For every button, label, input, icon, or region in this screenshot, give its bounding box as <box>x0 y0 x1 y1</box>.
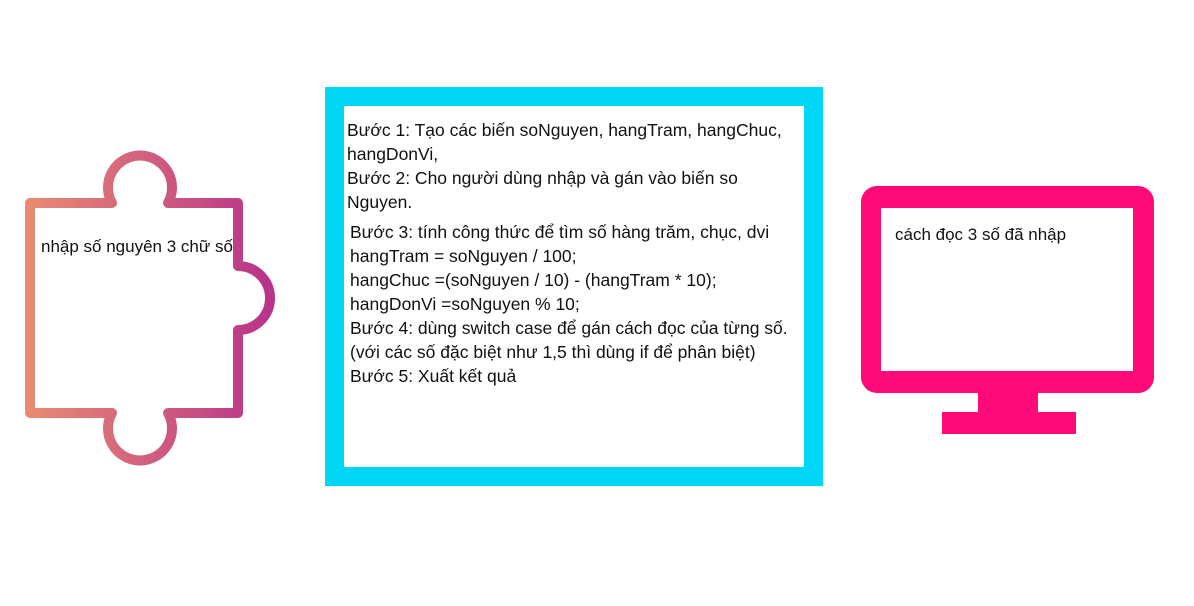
monitor-icon <box>861 186 1154 434</box>
output-label: cách đọc 3 số đã nhập <box>895 225 1067 244</box>
steps-3-5-text: Bước 3: tính công thức để tìm số hàng tr… <box>350 222 788 386</box>
input-puzzle-block: nhập số nguyên 3 chữ số <box>20 140 310 480</box>
puzzle-piece-icon <box>25 150 275 466</box>
process-steps-box: Bước 1: Tạo các biến soNguyen, hangTram,… <box>325 87 823 486</box>
input-label: nhập số nguyên 3 chữ số <box>41 237 233 256</box>
steps-1-2-text: Bước 1: Tạo các biến soNguyen, hangTram,… <box>347 120 782 212</box>
output-monitor-block: cách đọc 3 số đã nhập <box>858 184 1158 440</box>
